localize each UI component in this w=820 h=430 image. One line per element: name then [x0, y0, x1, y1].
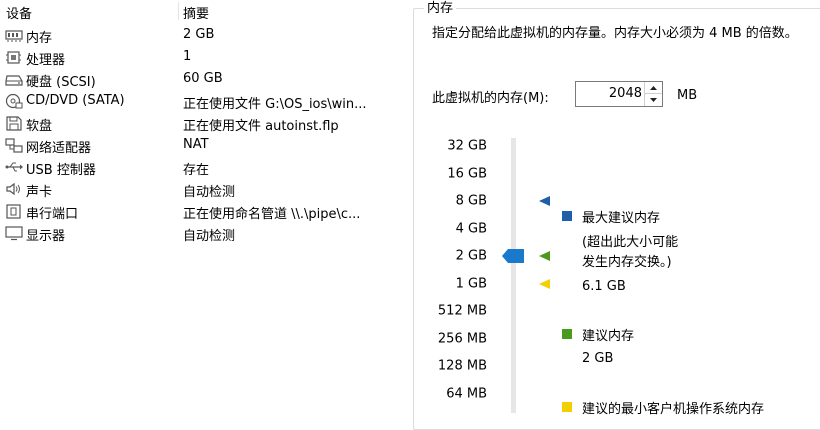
- legend-title: 建议内存: [582, 329, 635, 344]
- sound-card-icon: [4, 181, 24, 197]
- scale-label: 8 GB: [455, 193, 487, 209]
- device-summary: 60 GB: [183, 71, 223, 86]
- column-separator[interactable]: [178, 2, 179, 20]
- display-icon: [4, 225, 24, 241]
- legend-value: 2 GB: [582, 351, 614, 366]
- device-name: 软盘: [26, 119, 53, 134]
- processor-icon: [4, 49, 24, 65]
- legend-note: (超出此大小可能 发生内存交换。): [582, 235, 679, 270]
- device-name: 硬盘 (SCSI): [26, 75, 96, 90]
- device-list: 设备 摘要 内存 2 GB 处理器 1 硬盘 (SCSI) 60 GB CD/DVD (SA…: [0, 0, 400, 413]
- floppy-icon: [4, 115, 24, 131]
- device-row[interactable]: 硬盘 (SCSI) 60 GB: [0, 68, 400, 90]
- network-adapter-icon: [4, 137, 24, 153]
- vm-memory-spinbox[interactable]: 2048: [575, 81, 663, 107]
- memory-slider-thumb[interactable]: [502, 249, 524, 267]
- column-header-device[interactable]: 设备: [6, 3, 32, 22]
- hard-disk-icon: [4, 71, 24, 87]
- legend-title: 建议的最小客户机操作系统内存: [582, 402, 765, 417]
- device-name: 内存: [26, 31, 53, 46]
- memory-unit: MB: [677, 88, 698, 103]
- memory-description: 指定分配给此虚拟机的内存量。内存大小必须为 4 MB 的倍数。: [432, 26, 798, 41]
- min-guest-memory-marker: [538, 278, 550, 294]
- legend-value: 6.1 GB: [582, 279, 626, 294]
- device-name: 声卡: [26, 185, 53, 200]
- device-row[interactable]: 串行端口 正在使用命名管道 \\.\pipe\c...: [0, 200, 400, 222]
- serial-port-icon: [4, 203, 24, 219]
- spin-buttons: [644, 82, 662, 106]
- scale-label: 128 MB: [437, 358, 487, 374]
- arrow-down-icon: [650, 98, 657, 102]
- device-row[interactable]: 显示器 自动检测: [0, 222, 400, 244]
- device-summary: 存在: [183, 163, 210, 178]
- device-summary: NAT: [183, 137, 209, 152]
- device-name: 串行端口: [26, 207, 79, 222]
- legend-swatch: [562, 402, 572, 412]
- device-summary: 正在使用命名管道 \\.\pipe\c...: [183, 207, 361, 222]
- device-summary: 2 GB: [183, 27, 215, 42]
- device-list-header: 设备 摘要: [0, 0, 400, 22]
- legend-swatch: [562, 211, 572, 221]
- max-recommended-marker: [538, 195, 550, 211]
- device-rows: 内存 2 GB 处理器 1 硬盘 (SCSI) 60 GB CD/DVD (SATA) 正在使…: [0, 24, 400, 244]
- recommended-marker: [538, 250, 550, 266]
- column-header-summary[interactable]: 摘要: [183, 3, 209, 22]
- device-summary: 自动检测: [183, 185, 236, 200]
- device-row[interactable]: USB 控制器 存在: [0, 156, 400, 178]
- device-row[interactable]: 软盘 正在使用文件 autoinst.flp: [0, 112, 400, 134]
- scale-label: 32 GB: [447, 138, 487, 154]
- device-row[interactable]: 声卡 自动检测: [0, 178, 400, 200]
- scale-label: 2 GB: [455, 248, 487, 264]
- arrow-up-icon: [650, 86, 657, 90]
- usb-icon: [4, 159, 24, 175]
- device-summary: 正在使用文件 G:\OS_ios\win...: [183, 97, 367, 112]
- device-summary: 自动检测: [183, 229, 236, 244]
- device-name: 网络适配器: [26, 141, 92, 156]
- scale-label: 4 GB: [455, 221, 487, 236]
- device-summary: 1: [183, 49, 192, 64]
- scale-label: 512 MB: [437, 303, 487, 319]
- device-name: 显示器: [26, 229, 66, 244]
- scale-label: 64 MB: [446, 386, 487, 401]
- scale-label: 1 GB: [455, 276, 487, 291]
- device-name: CD/DVD (SATA): [26, 93, 125, 108]
- spin-up-button[interactable]: [645, 82, 662, 94]
- scale-label: 256 MB: [437, 331, 487, 346]
- cd-dvd-icon: [4, 93, 24, 109]
- vm-memory-value[interactable]: 2048: [609, 86, 642, 101]
- vm-memory-label: 此虚拟机的内存(M):: [432, 91, 549, 106]
- spin-down-button[interactable]: [645, 94, 662, 106]
- legend-title: 最大建议内存: [582, 211, 661, 226]
- memory-icon: [4, 27, 24, 43]
- memory-panel: 内存 指定分配给此虚拟机的内存量。内存大小必须为 4 MB 的倍数。 此虚拟机的…: [397, 0, 820, 430]
- device-name: 处理器: [26, 53, 66, 68]
- scale-label: 16 GB: [447, 166, 487, 181]
- legend-swatch: [562, 329, 572, 339]
- memory-slider[interactable]: [502, 138, 532, 413]
- device-row[interactable]: 内存 2 GB: [0, 24, 400, 46]
- device-name: USB 控制器: [26, 163, 96, 178]
- device-summary: 正在使用文件 autoinst.flp: [183, 119, 339, 134]
- device-row[interactable]: 网络适配器 NAT: [0, 134, 400, 156]
- memory-slider-track[interactable]: [511, 138, 516, 413]
- memory-group-title: 内存: [424, 0, 457, 16]
- device-row[interactable]: CD/DVD (SATA) 正在使用文件 G:\OS_ios\win...: [0, 90, 400, 112]
- device-row[interactable]: 处理器 1: [0, 46, 400, 68]
